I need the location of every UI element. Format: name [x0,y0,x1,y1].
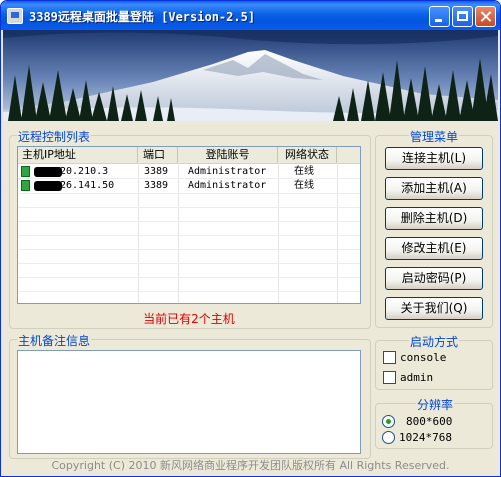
table-row[interactable]: 20.210.3 3389 Administrator 在线 [18,165,360,179]
table-row[interactable]: 26.141.50 3389 Administrator 在线 [18,179,360,193]
redacted-ip-mask [34,181,62,191]
connect-host-button[interactable]: 连接主机(L) [385,147,483,170]
host-list[interactable]: 主机IP地址 端口 登陆账号 网络状态 20.210.3 3389 Admini… [17,146,361,304]
column-header-status[interactable]: 网络状态 [278,147,337,163]
computer-online-icon [21,166,30,177]
copyright-text: Copyright (C) 2010 新风网络商业程序开发团队版权所有 All … [51,459,450,472]
row-gridline [18,263,360,264]
row-gridline [18,249,360,250]
resolution-800-radio[interactable] [382,415,395,428]
admin-checkbox[interactable] [383,371,396,384]
column-header-ip[interactable]: 主机IP地址 [18,147,138,163]
resolution-title: 分辨率 [416,396,455,413]
mountain-landscape-image [3,30,498,121]
cell-status: 在线 [294,180,314,191]
close-button[interactable] [475,6,496,27]
window-title: 3389远程桌面批量登陆 [Version-2.5] [29,10,256,24]
cell-ip: 26.141.50 [60,180,115,191]
row-gridline [18,221,360,222]
host-list-header: 主机IP地址 端口 登陆账号 网络状态 [18,147,360,164]
admin-label: admin [400,371,434,384]
cell-port: 3389 [144,180,169,191]
cell-status: 在线 [294,166,314,177]
column-header-port[interactable]: 端口 [138,147,178,163]
row-gridline [18,291,360,292]
cell-account: Administrator [188,180,267,191]
app-icon [7,8,23,24]
minimize-button[interactable] [429,6,450,27]
resolution-1024-radio[interactable] [382,431,395,444]
row-gridline [18,207,360,208]
resolution-1024-label: 1024*768 [399,431,452,444]
row-gridline [18,193,360,194]
title-bar[interactable]: 3389远程桌面批量登陆 [Version-2.5] [1,1,500,30]
maximize-button[interactable] [452,6,473,27]
cell-ip: 20.210.3 [60,166,109,177]
host-notes-textarea[interactable] [17,350,361,454]
host-notes-title: 主机备注信息 [17,332,92,349]
management-menu-title: 管理菜单 [409,128,460,145]
resolution-800-label: 800*600 [406,415,453,428]
computer-online-icon [21,180,30,191]
banner-image [3,30,498,121]
remote-list-title: 远程控制列表 [17,128,92,145]
add-host-button[interactable]: 添加主机(A) [385,177,483,200]
edit-host-button[interactable]: 修改主机(E) [385,237,483,260]
console-checkbox[interactable] [383,351,396,364]
row-gridline [18,235,360,236]
redacted-ip-mask [34,167,62,177]
cell-account: Administrator [188,166,267,177]
launch-mode-title: 启动方式 [409,333,460,350]
console-label: console [400,351,447,364]
startup-password-button[interactable]: 启动密码(P) [385,267,483,290]
row-gridline [18,277,360,278]
app-window: 3389远程桌面批量登陆 [Version-2.5] 远程控制列表 主机IP地址… [0,0,501,477]
host-count-text: 当前已有2个主机 [143,312,235,326]
delete-host-button[interactable]: 删除主机(D) [385,207,483,230]
cell-port: 3389 [144,166,169,177]
about-us-button[interactable]: 关于我们(Q) [385,297,483,320]
column-header-account[interactable]: 登陆账号 [178,147,278,163]
